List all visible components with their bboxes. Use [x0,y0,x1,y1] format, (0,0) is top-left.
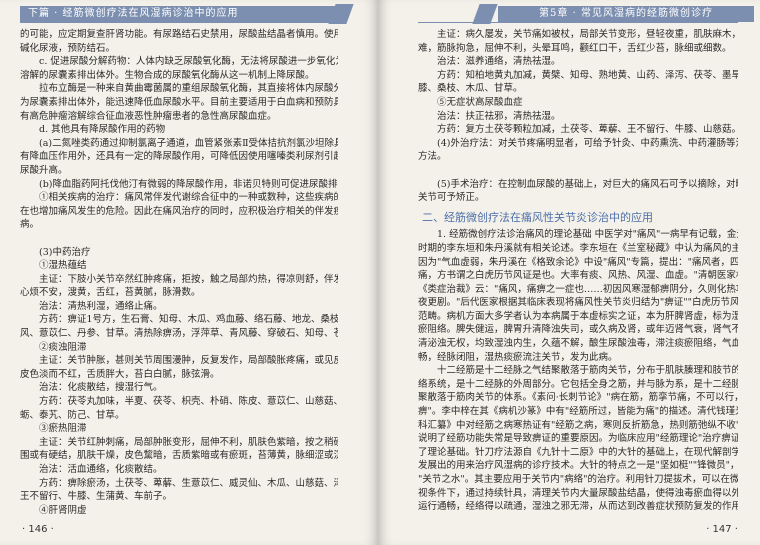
text-line: 治法：活血通络，化痰散结。 [39,464,163,475]
text-line: 说明了经筋功能失常是导致痹证的重要原因。为临床应用"经筋理论"治疗痹证奠定 [418,433,738,445]
text-line: 蛎、泰艽、防己、甘草。 [20,409,125,421]
text-line: 王不留行、牛膝、生蒲黄、车前子。 [20,491,173,503]
text-line: 碱化尿液，预防结石。 [20,42,116,54]
right-page: 第5章 · 常见风湿病的经筋微创诊疗 主证：病久屡发，关节痛如被杖，局部关节变形… [378,0,760,545]
text-line: 围或有硬结，肌肤干燥，皮色黧暗，舌质紫暗或有瘀斑，苔薄黄，脉细涩或沉弦。 [20,450,338,462]
text-line: 在也增加痛风发生的危险。因此在痛风治疗的同时，应积极治疗相关的伴发疾 [20,205,338,217]
text-line: 主证：病久屡发，关节痛如被杖，局部关节变形，昼轻夜重，肌肤麻木，步履艰 [437,29,738,40]
text-line: 了理论基础。针刀疗法源自《九针十二原》中的大针的基础上，在现代解剖学基础 [418,446,738,458]
text-line: "关节之水"。其主要应用于关节内"病络"的治疗。利用针刀提拔术，可以在微创、可 [418,474,738,485]
text-line: 痹"。李中梓在其《病机沙篆》中有"经筋所过，皆能为痛"的描述。清代钱瑾光在《伤 [418,406,738,418]
text-line: (b)降血脂药阿托伐他汀有微弱的降尿酸作用，非诺贝特则可促进尿酸排泄。 [39,178,338,190]
text-line: ①相关疾病的治疗：痛风常伴发代谢综合征中的一种或数种，这些疾病的存 [39,192,338,204]
text-line: 拉布立酶是一种来自黄曲霉菌属的重组尿酸氧化酶，其直接将体内尿酸分解 [39,83,338,95]
text-line: 范畴。病机方面大多学者认为本病属于本虚标实之证，本为肝脾肾虚，标为湿浊痰 [418,310,738,322]
text-line: (4)外治疗法：对关节疼痛明显者，可给予针灸、中药熏洗、中药灌肠等治疗 [437,137,738,149]
text-line: 痛，方书谓之白虎历节风证是也。大率有痰、风热、风湿、血虚。"清朝医家林佩琴 [418,270,738,282]
right-running-header: 第5章 · 常见风湿病的经筋微创诊疗 [498,6,754,22]
text-line [20,232,338,246]
text-line: 方药：茯苓丸加味，半夏、茯苓、枳壳、朴硝、陈皮、薏苡仁、山慈菇、浙贝母、牡 [39,396,338,408]
text-line: 治法：化痰散结，搜湿行气。 [39,382,163,394]
text-line: 聚散落于筋肉关节的体系。《素问·长刺节论》"病在筋，筋挛节痛，不可以行，名为痹 [418,392,738,404]
text-line: 运行通畅，经络得以疏通，湿浊之邪无滞，从而达到改善症状预防复发的作用。编者在"经 [418,501,738,513]
text-line: (3)中药治疗 [39,246,91,258]
text-line: ⑤无症状高尿酸血症 [437,96,523,108]
text-line: 主证：下肢小关节卒然红肿疼痛，拒按，触之局部灼热，得凉则舒，伴发热口渴， [39,273,338,285]
text-line: 的可能，应定期复查肝肾功能。有尿路结石史禁用，尿酸盐结晶者慎用。使用时需 [20,29,338,40]
text-line: 视条件下，通过持续针具，清理关节内大量尿酸盐结晶，使得浊毒瘀血得以外出，气血 [418,487,738,499]
text-line: 溶解的尿囊素排出体外。生物合成的尿酸氧化酶从这一机制上降尿酸。 [20,69,315,81]
right-page-number: · 147 · [706,524,738,535]
left-page: 下篇 · 经筋微创疗法在风湿病诊治中的应用 的可能，应定期复查肝肾功能。有尿路结… [0,0,378,545]
text-line: 难，筋脉拘急，屈伸不利，头晕耳鸣，颧红口干，舌红少苔，脉细或细数。 [418,42,732,54]
text-line: 瘀阻络。脾失健运，脾胃升清降浊失司，或久病及肾，或年迈肾气衰，肾气不化，分 [418,324,738,336]
text-line: ②痰浊阻滞 [39,341,87,353]
text-line: 科汇纂》中对经筋之病寒热证有"经筋之病，寒则反折筋急，热则筋弛纵不收"的记载， [418,419,738,431]
text-line: 方法。 [418,151,447,163]
left-running-header: 下篇 · 经筋微创疗法在风湿病诊治中的应用 [20,6,336,22]
right-body-bottom: 1. 经筋微创疗法诊治痛风的理论基础 中医学对"痛风"一病早有记载，金元 时期的李… [418,228,738,513]
text-line: (5)手术治疗：在控制血尿酸的基础上，对巨大的痛风石可予以摘除，对畸形的 [437,178,738,190]
text-line: c. 促进尿酸分解药物：人体内缺乏尿酸氧化酶，无法将尿酸进一步氧化为更易 [39,56,338,68]
text-line: 畅，经脉闭阻，湿热痰瘀流注关节，发为此病。 [418,351,618,363]
text-line: 有降血压作用外，还具有一定的降尿酸作用，可降低因使用噻嗪类利尿剂引起的血 [20,151,338,163]
text-line: 为尿囊素排出体外，能迅速降低血尿酸水平。目前主要适用于白血病和预防具 [20,96,338,108]
text-line: 因为"气血虚弱，朱丹溪在《格致余论》中设"痛风"专篇，提出："痛风者，四肢百节走 [418,256,738,268]
text-line: ①湿热蕴结 [39,260,87,272]
text-line: 时期的李东垣和朱丹溪就有相关论述。李东垣在《兰室秘藏》中认为痛风的主要病 [418,242,738,254]
text-line: 治法：滋养通络，清热祛湿。 [437,56,561,68]
text-line: 方药：知柏地黄丸加减，黄檗、知母、熟地黄、山药、泽泻、茯苓、墨旱莲、杜仲、牛 [437,69,738,81]
left-page-number: · 146 · [22,524,54,535]
text-line: 尿酸升高。 [20,164,68,176]
text-line: (a)二氮唑类药通过抑制氯离子通道，血管紧张素Ⅱ受体拮抗剂氯沙坦除具 [39,137,338,149]
text-line: 1. 经筋微创疗法诊治痛风的理论基础 中医学对"痛风"一病早有记载，金元 [437,229,738,241]
text-line: 《类症治裁》云："痛风，痛痹之一症也……初因风寒湿郁痹阴分，久则化热攻痛，至 [418,283,738,295]
book-spread: 下篇 · 经筋微创疗法在风湿病诊治中的应用 的可能，应定期复查肝肾功能。有尿路结… [0,0,760,545]
text-line [418,164,738,178]
text-line: 络系统，是十二经脉的外周部分。它包括全身之筋，并与脉为系，是十二经脉之气结 [418,378,738,390]
text-line: ④肝肾阴虚 [39,504,87,516]
text-line: 治法：清热利湿，通络止痛。 [39,300,163,312]
text-line: 发展出的用来治疗风湿病的诊疗技术。大针的特点之一是"坚如梃""锋微员"，可以 [418,460,738,472]
section-title: 二、经筋微创疗法在痛风性关节炎诊治中的应用 [422,210,653,224]
text-line: 治法：扶正祛邪，清热祛湿。 [437,110,561,122]
text-line: 心烦不安，溲黄，舌红，苔黄腻，脉滑数。 [20,287,201,299]
text-line: 方药：复方土茯苓颗粒加减，土茯苓、萆薢、王不留行、牛膝、山慈菇。 [437,124,738,136]
right-body-top: 主证：病久屡发，关节痛如被杖，局部关节变形，昼轻夜重，肌肤麻木，步履艰难，筋脉拘… [418,28,738,205]
text-line: 方药：痹除瘀汤，土茯苓、萆薢、生薏苡仁、威灵仙、木瓜、山慈菇、泽泻、泽兰、 [39,477,338,489]
text-line: 方药：痹证1号方，生石膏、知母、木瓜、鸡血藤、络石藤、地龙、桑枝、忍冬藤、防 [39,314,338,326]
left-body-text: 的可能，应定期复查肝肾功能。有尿路结石史禁用，尿酸盐结晶者慎用。使用时需 碱化尿液… [20,28,338,517]
text-line: ③瘀热阻滞 [39,423,87,435]
text-line: 病。 [20,219,40,231]
text-line: 风、薏苡仁、丹参、甘草。清热除痹汤，浮萍草、青风藤、穿破石、知母、苍术。 [20,328,338,340]
text-line: 有高危肿瘤溶解综合征血液恶性肿瘤患者的急性高尿酸血症。 [20,110,277,122]
header-rule [20,22,338,23]
text-line: 清泌浊无权，均致湿浊内生，久蕴不解，酿生尿酸浊毒，滞注痰瘀阻络，气血运行不 [418,338,738,350]
header-rule [418,22,738,23]
text-line: 主证：关节红肿刺痛，局部肿胀变形，屈伸不利，肌肤色紫暗，按之稍硬，病灶周 [39,436,338,448]
right-body-text: 主证：病久屡发，关节痛如被杖，局部关节变形，昼轻夜重，肌肤麻木，步履艰难，筋脉拘… [418,28,738,514]
text-line: 夜更剧。"后代医家根据其临床表现将痛风性关节炎归结为"痹证""白虎历节风"等 [418,297,738,309]
header-ornament [472,4,498,24]
text-line: 皮色淡而不红，舌质胖大，苔白白腻，脉弦滑。 [20,368,220,380]
text-line: 主证：关节肿胀，甚则关节周围漫肿，反复发作，局部酸胀疼痛，或见皮下结节， [39,355,338,367]
text-line: d. 其他具有降尿酸作用的药物 [39,124,166,136]
text-line: 十二经筋是十二经脉之气结聚散落于筋肉关节，分布于肌肤腠理和肢节的经 [437,365,738,377]
text-line: 膝、桑枝、木瓜、甘草。 [418,83,523,95]
text-line: 关节可予矫正。 [418,192,485,204]
